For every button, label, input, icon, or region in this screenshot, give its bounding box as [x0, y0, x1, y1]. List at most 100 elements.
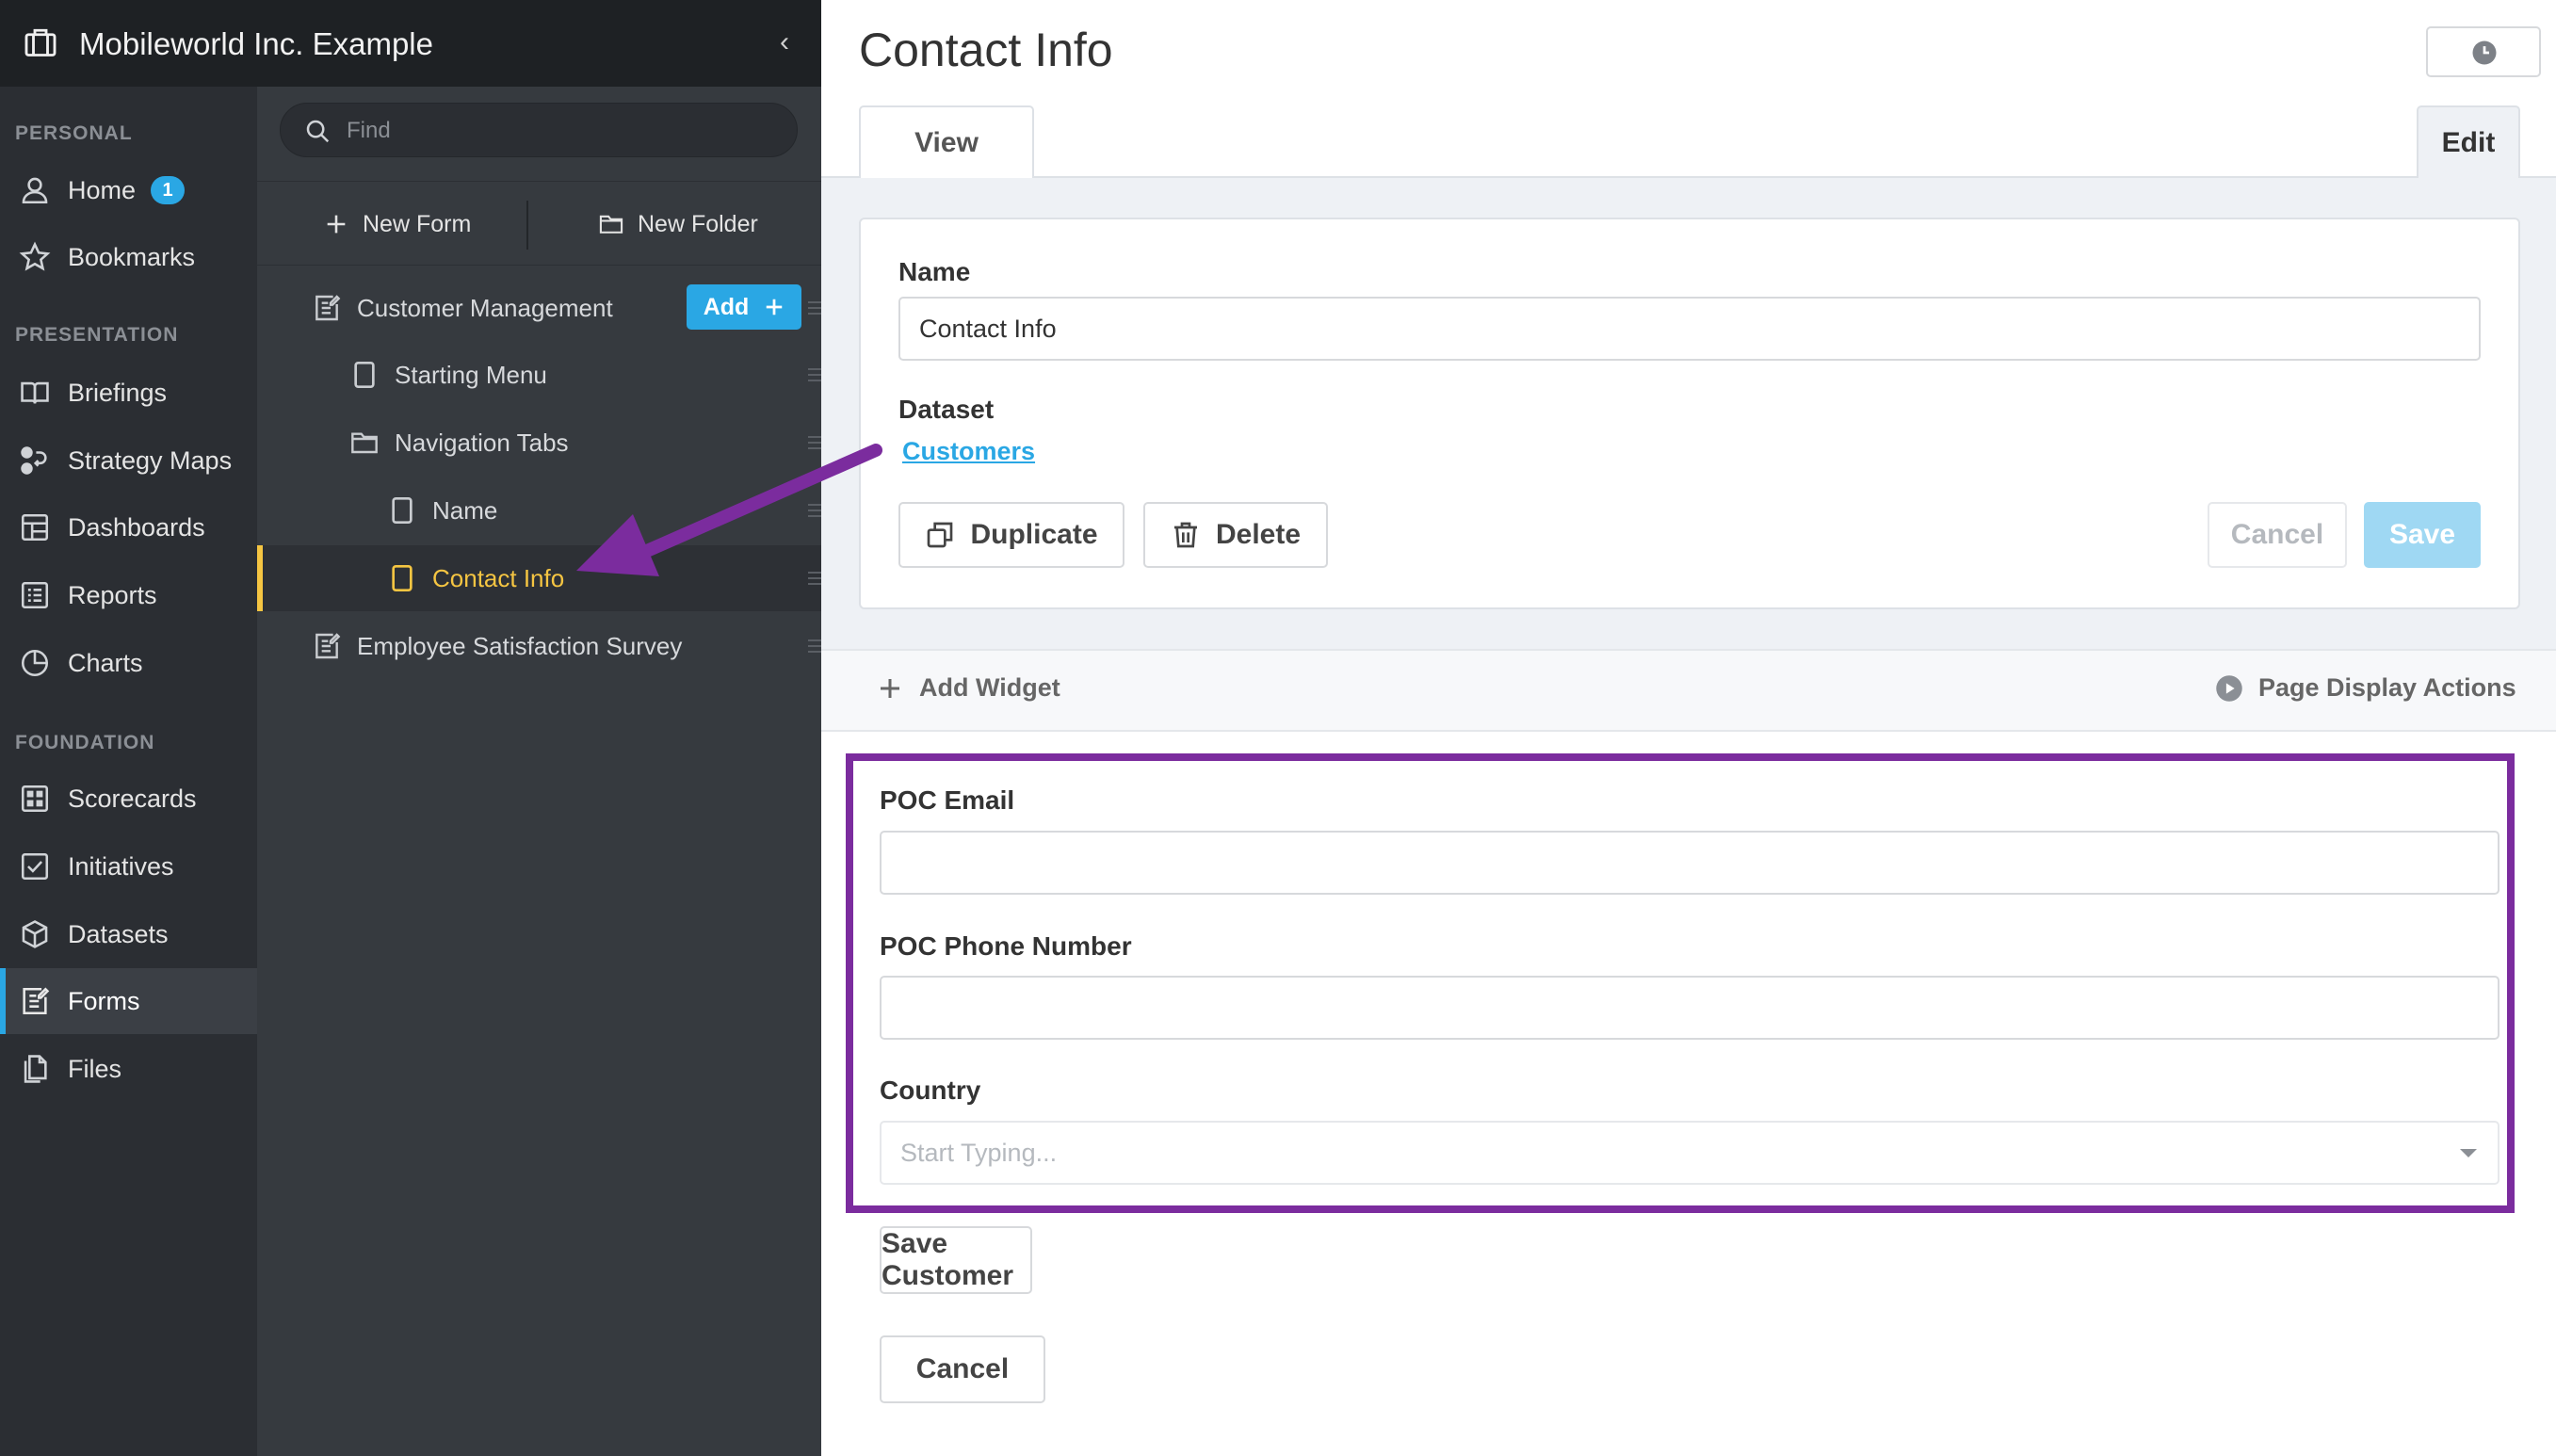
add-widget-button[interactable]: Add Widget	[876, 673, 1060, 703]
nav-item-briefings[interactable]: Briefings	[0, 360, 257, 426]
page-icon	[392, 497, 413, 524]
tab-view[interactable]: View	[859, 105, 1034, 178]
save-customer-button[interactable]: Save Customer	[880, 1226, 1032, 1294]
main-navigation: PERSONAL Home 1 Bookmarks PRESENTATION B…	[0, 0, 257, 1456]
plus-icon	[881, 678, 899, 698]
tree-row-customer-management[interactable]: Customer Management Add	[257, 275, 821, 341]
nav-item-label: Charts	[68, 648, 143, 677]
nav-item-label: Strategy Maps	[68, 445, 233, 475]
nav-item-forms[interactable]: Forms	[0, 968, 257, 1034]
nav-item-charts[interactable]: Charts	[0, 630, 257, 696]
cube-icon	[22, 920, 48, 948]
trash-icon	[1173, 522, 1197, 548]
tree-row-label: Starting Menu	[395, 360, 547, 389]
find-search-box[interactable]	[280, 103, 798, 157]
nav-item-label: Bookmarks	[68, 242, 196, 271]
dataset-link[interactable]: Customers	[902, 437, 1035, 466]
drag-handle-icon[interactable]	[808, 502, 821, 519]
form-cancel-label: Cancel	[915, 1353, 1010, 1384]
nav-item-strategy-maps[interactable]: Strategy Maps	[0, 428, 257, 493]
edit-area: Name Dataset Customers Duplicate Delete …	[821, 178, 2556, 649]
tree-row-label: Navigation Tabs	[395, 428, 569, 457]
duplicate-icon	[928, 522, 953, 548]
new-form-button[interactable]: New Form	[323, 201, 471, 248]
delete-label: Delete	[1215, 519, 1302, 550]
page-settings-card: Name Dataset Customers Duplicate Delete …	[859, 218, 2520, 609]
plus-icon	[767, 299, 783, 315]
delete-button[interactable]: Delete	[1143, 502, 1328, 568]
tree-row-contact-info[interactable]: Contact Info	[257, 545, 821, 611]
form-cancel-button[interactable]: Cancel	[880, 1335, 1045, 1403]
nav-item-scorecards[interactable]: Scorecards	[0, 766, 257, 832]
form-icon	[315, 295, 341, 321]
clock-icon	[2472, 40, 2497, 65]
tree-row-employee-survey[interactable]: Employee Satisfaction Survey	[257, 613, 821, 679]
nav-item-reports[interactable]: Reports	[0, 562, 257, 628]
scorecard-icon	[21, 785, 49, 813]
briefcase-icon	[24, 28, 57, 57]
nav-item-files[interactable]: Files	[0, 1036, 257, 1102]
plus-icon	[327, 215, 346, 234]
duplicate-button[interactable]: Duplicate	[898, 502, 1124, 568]
report-icon	[21, 581, 49, 609]
dataset-label: Dataset	[898, 395, 995, 424]
add-widget-label: Add Widget	[919, 673, 1060, 702]
annotation-highlight-box	[846, 753, 2515, 1213]
find-input[interactable]	[347, 113, 780, 149]
divider	[526, 201, 528, 250]
drag-handle-icon[interactable]	[808, 434, 821, 451]
star-icon	[19, 241, 51, 271]
drag-handle-icon[interactable]	[808, 299, 821, 316]
drag-handle-icon[interactable]	[808, 638, 821, 655]
nav-item-label: Initiatives	[68, 851, 174, 881]
tree-row-label: Name	[432, 495, 498, 525]
tree-row-name[interactable]: Name	[257, 477, 821, 543]
folder-icon	[599, 215, 623, 234]
add-button[interactable]: Add	[687, 284, 801, 330]
page-display-actions-label: Page Display Actions	[2258, 673, 2516, 702]
form-icon	[315, 633, 341, 659]
drag-handle-icon[interactable]	[808, 570, 821, 587]
nav-item-label: Dashboards	[68, 512, 205, 542]
nav-item-initiatives[interactable]: Initiatives	[0, 833, 257, 899]
new-folder-label: New Folder	[638, 210, 758, 237]
tree-row-navigation-tabs[interactable]: Navigation Tabs	[257, 410, 821, 476]
cancel-button[interactable]: Cancel	[2208, 502, 2347, 568]
save-button[interactable]: Save	[2364, 502, 2481, 568]
forms-tree-panel: New Form New Folder Customer Management …	[257, 87, 821, 1456]
tree-row-starting-menu[interactable]: Starting Menu	[257, 342, 821, 408]
drag-handle-icon[interactable]	[808, 366, 821, 383]
book-icon	[21, 381, 49, 404]
org-name: Mobileworld Inc. Example	[79, 26, 433, 61]
nav-item-label: Home	[68, 175, 137, 204]
collapse-sidebar-button[interactable]: ‹	[770, 26, 799, 58]
dashboard-icon	[21, 513, 49, 542]
nav-item-datasets[interactable]: Datasets	[0, 901, 257, 967]
nav-section-personal: PERSONAL	[15, 122, 133, 144]
tab-edit[interactable]: Edit	[2417, 105, 2520, 178]
checkbox-icon	[21, 852, 49, 881]
tree-actions-bar: New Form New Folder	[257, 181, 821, 266]
duplicate-label: Duplicate	[970, 519, 1098, 550]
nav-item-home[interactable]: Home 1	[0, 157, 257, 223]
name-input[interactable]	[898, 297, 2481, 361]
tree-row-label: Employee Satisfaction Survey	[357, 631, 683, 660]
page-title: Contact Info	[859, 24, 1113, 76]
strategy-map-icon	[21, 446, 47, 475]
org-header: Mobileworld Inc. Example ‹	[0, 0, 821, 87]
history-button[interactable]	[2426, 26, 2541, 77]
tree-row-label: Customer Management	[357, 293, 613, 322]
add-label: Add	[703, 293, 750, 320]
nav-section-foundation: FOUNDATION	[15, 732, 155, 753]
nav-item-label: Forms	[68, 986, 140, 1015]
page-display-actions-button[interactable]: Page Display Actions	[2215, 673, 2516, 703]
notification-badge: 1	[151, 176, 186, 204]
nav-item-bookmarks[interactable]: Bookmarks	[0, 224, 257, 290]
widget-toolbar: Add Widget Page Display Actions	[821, 649, 2556, 732]
new-folder-button[interactable]: New Folder	[598, 201, 758, 248]
tree-row-label: Contact Info	[432, 563, 565, 592]
nav-item-dashboards[interactable]: Dashboards	[0, 494, 257, 560]
new-form-label: New Form	[363, 210, 472, 237]
search-icon	[306, 120, 330, 143]
page-icon	[392, 565, 413, 591]
